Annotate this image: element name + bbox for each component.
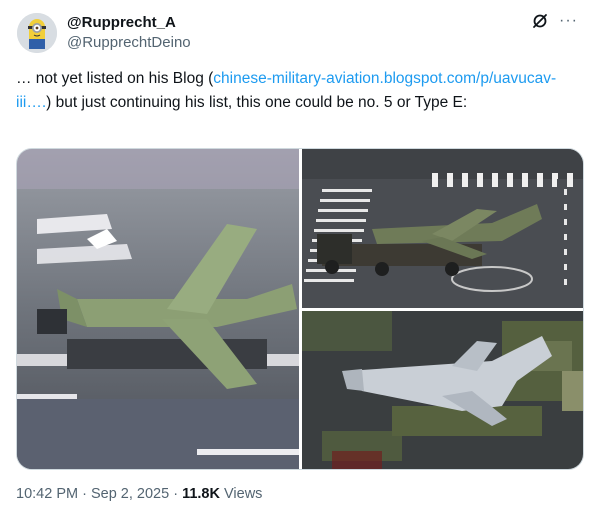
- views-count[interactable]: 11.8K: [182, 486, 220, 502]
- grok-icon[interactable]: [531, 12, 549, 30]
- tweet-text-part1: … not yet listed on his Blog (: [16, 70, 214, 87]
- aircraft-closeup-photo[interactable]: [17, 149, 299, 469]
- tweet-actions: ···: [531, 12, 578, 30]
- tweet-text: … not yet listed on his Blog (chinese-mi…: [16, 67, 576, 115]
- aircraft-on-transporter-photo[interactable]: [302, 149, 583, 308]
- tweet-date[interactable]: Sep 2, 2025: [91, 486, 169, 502]
- tweet-text-part2: ) but just continuing his list, this one…: [46, 94, 468, 111]
- aircraft-top-view-photo[interactable]: [302, 311, 583, 469]
- more-dots-icon[interactable]: ···: [559, 12, 578, 30]
- author-display-name[interactable]: @Rupprecht_A: [67, 13, 191, 32]
- author-block: @Rupprecht_A @RupprechtDeino: [67, 13, 191, 52]
- author-handle[interactable]: @RupprechtDeino: [67, 33, 191, 52]
- meta-separator: ·: [169, 486, 183, 502]
- tweet-time[interactable]: 10:42 PM: [16, 486, 78, 502]
- views-label: Views: [219, 486, 263, 502]
- media-grid: [16, 148, 584, 470]
- minion-avatar-icon: [17, 13, 57, 53]
- meta-separator: ·: [78, 486, 91, 502]
- avatar[interactable]: [17, 13, 57, 53]
- tweet-meta: 10:42 PM · Sep 2, 2025 · 11.8K Views: [16, 486, 262, 502]
